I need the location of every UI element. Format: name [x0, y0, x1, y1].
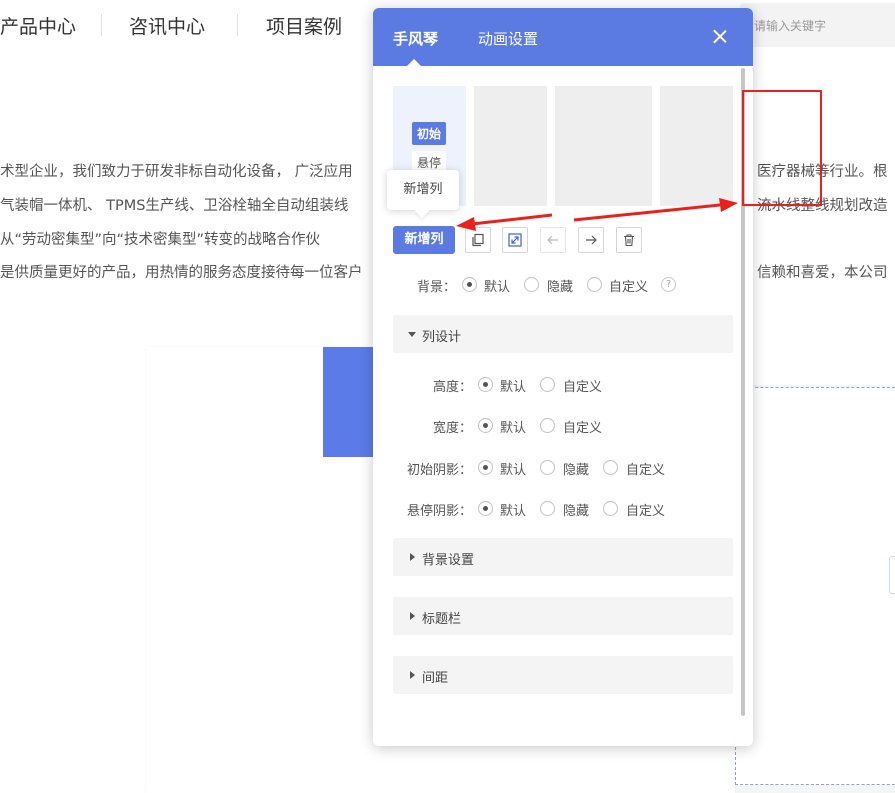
nav-divider [237, 14, 238, 36]
width-label: 宽度： [433, 421, 473, 436]
search-placeholder: 请输入关键字 [754, 19, 827, 33]
intro-text-line: 术型企业，我们致力于研发非标自动化设备， 广泛应用 [0, 164, 353, 180]
site-search-input[interactable]: 请输入关键字 [740, 3, 895, 47]
section-title-bar[interactable]: 标题栏 [393, 597, 733, 635]
radio-label: 默认 [500, 504, 527, 519]
height-radio-default[interactable] [478, 377, 493, 392]
radio-label: 默认 [500, 380, 527, 395]
width-radio-custom[interactable] [540, 418, 555, 433]
radio-label: 默认 [500, 463, 527, 478]
screen: 产品中心 咨讯中心 项目案例 请输入关键字 术型企业，我们致力于研发非标自动化设… [0, 0, 895, 793]
initial-shadow-label: 初始阴影： [407, 463, 473, 478]
radio-label: 隐藏 [563, 463, 590, 478]
section-spacing[interactable]: 间距 [393, 656, 733, 694]
caret-down-icon [408, 332, 416, 337]
section-background-settings[interactable]: 背景设置 [393, 538, 733, 576]
section-title: 背景设置 [422, 553, 475, 568]
copy-icon[interactable] [465, 227, 491, 253]
tab-animation-settings[interactable]: 动画设置 [478, 28, 538, 49]
section-title: 标题栏 [422, 612, 462, 627]
intro-text-line: 是供质量更好的产品，用热情的服务态度接待每一位客户 [0, 265, 363, 281]
radio-label: 默认 [484, 280, 511, 295]
height-label: 高度： [433, 380, 473, 395]
radio-label: 隐藏 [547, 280, 574, 295]
resize-icon[interactable] [502, 227, 528, 253]
hover-shadow-radio-default[interactable] [478, 501, 493, 516]
arrow-right-icon[interactable] [578, 227, 604, 253]
intro-text-line: 从“劳动密集型”向“技术密集型”转变的战略合作伙 [0, 232, 321, 248]
radio-label: 自定义 [563, 380, 603, 395]
column-thumbnail[interactable] [474, 86, 547, 206]
section-title: 间距 [422, 671, 449, 686]
caret-right-icon [410, 612, 415, 620]
column-thumbnail[interactable] [660, 86, 733, 206]
radio-label: 自定义 [626, 463, 666, 478]
active-tab-indicator [407, 59, 421, 66]
settings-panel: 手风琴 动画设置 初始 悬停 新增列 新增列 背景： 默认 隐藏 自定义 ? 列… [373, 8, 753, 746]
help-icon[interactable]: ? [661, 277, 676, 292]
nav-divider [101, 14, 102, 36]
resize-handle[interactable] [889, 556, 895, 594]
column-thumbnail[interactable] [555, 86, 652, 206]
background-radio-hidden[interactable] [524, 277, 539, 292]
radio-label: 自定义 [626, 504, 666, 519]
annotation-highlight-box [742, 90, 822, 206]
caret-right-icon [410, 553, 415, 561]
hover-shadow-radio-hidden[interactable] [540, 501, 555, 516]
content-card-left [0, 385, 146, 793]
initial-shadow-radio-custom[interactable] [603, 460, 618, 475]
state-tag-initial[interactable]: 初始 [412, 122, 447, 145]
trash-icon[interactable] [616, 227, 642, 253]
section-column-design[interactable]: 列设计 [393, 315, 733, 353]
selected-component-outline[interactable] [735, 387, 895, 785]
hover-shadow-radio-custom[interactable] [603, 501, 618, 516]
background-radio-custom[interactable] [587, 277, 602, 292]
section-title: 列设计 [422, 330, 462, 345]
radio-label: 默认 [500, 421, 527, 436]
nav-item-products[interactable]: 产品中心 [0, 12, 76, 39]
width-radio-default[interactable] [478, 418, 493, 433]
radio-label: 隐藏 [563, 504, 590, 519]
nav-item-news[interactable]: 咨讯中心 [129, 12, 205, 39]
intro-text-line-right: 信赖和喜爱，本公司 [757, 265, 888, 281]
initial-shadow-radio-default[interactable] [478, 460, 493, 475]
close-icon[interactable] [711, 28, 729, 46]
background-radio-default[interactable] [462, 277, 477, 292]
add-column-tooltip: 新增列 [387, 170, 459, 210]
nav-item-cases[interactable]: 项目案例 [266, 12, 342, 39]
background-label: 背景： [417, 280, 457, 295]
radio-label: 自定义 [609, 280, 649, 295]
initial-shadow-radio-hidden[interactable] [540, 460, 555, 475]
radio-label: 自定义 [563, 421, 603, 436]
add-column-button[interactable]: 新增列 [393, 226, 455, 254]
tab-accordion[interactable]: 手风琴 [393, 28, 438, 49]
intro-text-line: 气装帽一体机、 TPMS生产线、卫浴栓轴全自动组装线 [0, 198, 349, 214]
hover-shadow-label: 悬停阴影： [407, 504, 473, 519]
caret-right-icon [410, 671, 415, 679]
height-radio-custom[interactable] [540, 377, 555, 392]
arrow-left-icon[interactable] [540, 227, 566, 253]
panel-header: 手风琴 动画设置 [373, 8, 753, 66]
